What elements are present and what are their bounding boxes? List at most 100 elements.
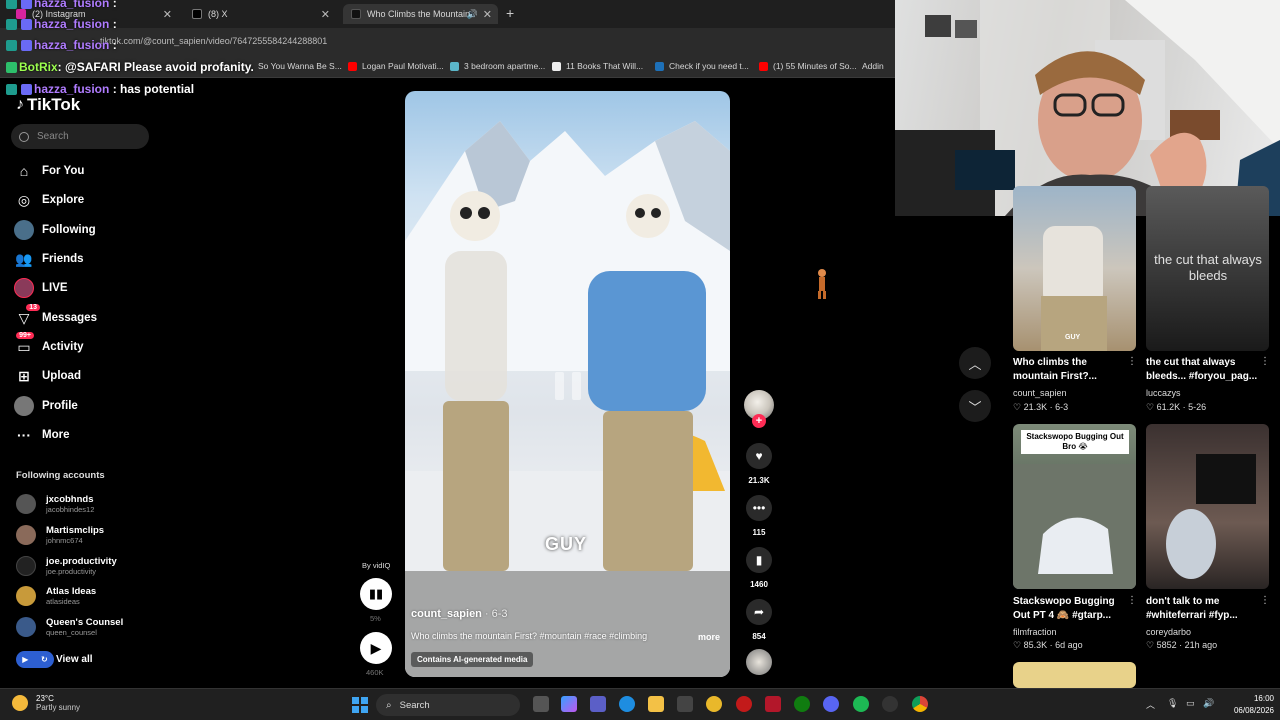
nav-following[interactable]: Following — [14, 220, 96, 240]
following-account[interactable]: Atlas Ideas atlasideas — [16, 586, 96, 606]
start-button[interactable] — [352, 697, 368, 713]
following-account[interactable]: Martismclips johnmc674 — [16, 525, 104, 545]
rec-author[interactable]: coreydarbo — [1146, 627, 1191, 637]
store-icon[interactable] — [677, 696, 693, 712]
chat-message: hazza_fusion : — [4, 38, 117, 52]
task-view-icon[interactable] — [533, 696, 549, 712]
rec-title[interactable]: Stackswopo Bugging Out PT 4 🙈 #gtarp... — [1013, 595, 1131, 623]
kebab-icon[interactable]: ⋮ — [1260, 356, 1270, 367]
tiktok-logo[interactable]: ♪ TikTok — [16, 95, 80, 115]
app-icon[interactable] — [706, 696, 722, 712]
volume-icon[interactable]: 🔊 — [1203, 698, 1214, 709]
nav-upload[interactable]: ⊞ Upload — [14, 366, 81, 386]
nav-explore[interactable]: ◎ Explore — [14, 190, 84, 210]
messages-badge: 13 — [26, 304, 40, 311]
view-all-link[interactable]: ▶ ↻ View all — [16, 651, 93, 668]
vidiq-stats-button[interactable]: ▮▮ — [360, 578, 392, 610]
nav-for-you[interactable]: ⌂ For You — [14, 161, 85, 181]
rec-title[interactable]: don't talk to me #whiteferrari #fyp... — [1146, 595, 1264, 623]
rec-thumbnail[interactable] — [1013, 662, 1136, 688]
bookmark-item[interactable]: So You Wanna Be S... — [258, 61, 342, 71]
pause-icon[interactable] — [543, 361, 593, 411]
nav-messages[interactable]: ▽ 13 Messages — [14, 304, 97, 328]
bookmark-item[interactable]: 11 Books That Will... — [552, 61, 643, 71]
avatar — [16, 586, 36, 606]
rec-thumbnail[interactable] — [1146, 424, 1269, 589]
following-account[interactable]: Queen's Counsel queen_counsel — [16, 617, 123, 637]
video-player[interactable]: GUY count_sapien · 6-3 Who climbs the mou… — [405, 91, 730, 677]
avatar — [16, 617, 36, 637]
address-bar[interactable]: tiktok.com/@count_sapien/video/764725558… — [0, 28, 895, 56]
bookmark-item[interactable]: Logan Paul Motivati... — [348, 61, 444, 71]
nav-live[interactable]: LIVE — [14, 278, 68, 298]
follow-button[interactable]: + — [752, 414, 766, 428]
network-icon[interactable]: ▭ — [1186, 698, 1195, 709]
clock[interactable]: 16:00 06/08/2026 — [1234, 693, 1274, 717]
kebab-icon[interactable]: ⋮ — [1127, 595, 1137, 606]
bookmark-item[interactable]: 3 bedroom apartme... — [450, 61, 545, 71]
spotify-icon[interactable] — [853, 696, 869, 712]
rec-thumbnail[interactable]: the cut that always bleeds — [1146, 186, 1269, 351]
video-author[interactable]: count_sapien · 6-3 — [411, 608, 508, 620]
chrome-icon[interactable] — [912, 696, 928, 712]
close-icon[interactable]: ✕ — [483, 8, 492, 21]
copilot-icon[interactable] — [561, 696, 577, 712]
more-button[interactable]: more — [698, 632, 720, 642]
tab-tiktok[interactable]: Who Climbs the Mountain 🔊 ✕ — [343, 4, 498, 24]
nav-friends[interactable]: 👥 Friends — [14, 249, 83, 269]
shorts-left — [443, 401, 509, 571]
taskbar-search[interactable]: ⌕ Search — [376, 694, 520, 716]
avatar — [16, 525, 36, 545]
bookmark-item[interactable]: (1) 55 Minutes of So... — [759, 61, 857, 71]
previous-video-button[interactable]: ︿ — [959, 347, 991, 379]
next-video-button[interactable]: ﹀ — [959, 390, 991, 422]
skull-left — [450, 191, 500, 241]
chevron-up-icon[interactable]: ︿ — [1146, 698, 1155, 711]
file-explorer-icon[interactable] — [648, 696, 664, 712]
rec-stats: ♡ 85.3K · 6d ago — [1013, 640, 1083, 650]
rec-thumbnail[interactable]: Stackswopo Bugging Out Bro 😭 — [1013, 424, 1136, 589]
like-button[interactable]: ♥ — [746, 443, 772, 469]
extension-pill[interactable]: ▶ ↻ — [16, 651, 54, 668]
rec-author[interactable]: luccazys — [1146, 388, 1181, 398]
following-account[interactable]: joe.productivity joe.productivity — [16, 556, 117, 576]
heart-icon: ♡ — [1146, 640, 1157, 650]
search-input[interactable]: Search — [11, 124, 149, 149]
rec-title[interactable]: Who climbs the mountain First?... — [1013, 356, 1131, 384]
heart-icon: ♡ — [1013, 402, 1024, 412]
close-icon[interactable]: ✕ — [163, 8, 172, 21]
kebab-icon[interactable]: ⋮ — [1260, 595, 1270, 606]
acrobat-icon[interactable] — [765, 696, 781, 712]
rec-author[interactable]: count_sapien — [1013, 388, 1067, 398]
new-tab-button[interactable]: + — [506, 5, 514, 21]
share-button[interactable]: ➦ — [746, 599, 772, 625]
tab-x[interactable]: (8) X ✕ — [184, 4, 336, 24]
teams-icon[interactable] — [590, 696, 606, 712]
nav-activity[interactable]: ▭ 99+ Activity — [14, 332, 84, 357]
weather-widget[interactable]: 23°C Partly sunny — [12, 694, 80, 712]
chat-badge-icon — [21, 18, 32, 30]
nav-profile[interactable]: Profile — [14, 396, 78, 416]
rec-title[interactable]: the cut that always bleeds... #foryou_pa… — [1146, 356, 1264, 384]
save-button[interactable]: ▮ — [746, 547, 772, 573]
nav-more[interactable]: ··· More — [14, 425, 69, 445]
speaker-icon[interactable]: 🔊 — [467, 9, 478, 20]
bookmark-item[interactable]: Addin — [862, 61, 884, 71]
discord-icon[interactable] — [823, 696, 839, 712]
following-account[interactable]: jxcobhnds jacobhindes12 — [16, 494, 94, 514]
close-icon[interactable]: ✕ — [321, 8, 330, 21]
play-button[interactable]: ▶ — [360, 632, 392, 664]
opera-icon[interactable] — [736, 696, 752, 712]
comment-button[interactable]: ••• — [746, 495, 772, 521]
music-disc[interactable] — [746, 649, 772, 675]
rec-author[interactable]: filmfraction — [1013, 627, 1057, 637]
xbox-icon[interactable] — [794, 696, 810, 712]
obs-icon[interactable] — [882, 696, 898, 712]
microphone-icon[interactable]: 🎙 — [1167, 698, 1178, 709]
edge-icon[interactable] — [619, 696, 635, 712]
kebab-icon[interactable]: ⋮ — [1127, 356, 1137, 367]
rec-thumbnail[interactable]: GUY — [1013, 186, 1136, 351]
refresh-icon: ↻ — [41, 655, 48, 664]
chat-badge-icon — [6, 83, 17, 95]
bookmark-item[interactable]: Check if you need t... — [655, 61, 749, 71]
